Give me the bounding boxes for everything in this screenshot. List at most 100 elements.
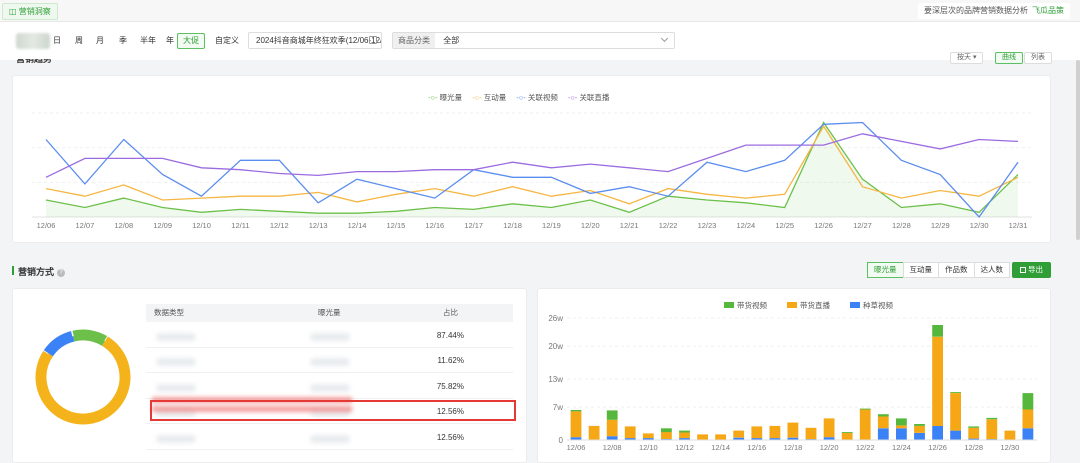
bar-segment-1[interactable] [751, 426, 763, 439]
bar-segment-1[interactable] [624, 426, 636, 439]
bar-segment-1[interactable] [968, 427, 980, 439]
bar-segment-2[interactable] [950, 430, 961, 440]
view-curve-button[interactable]: 曲线 [995, 52, 1023, 64]
bar-segment-1[interactable] [805, 427, 817, 440]
x-tick-label: 12/31 [1009, 221, 1028, 230]
bar-segment-2[interactable] [896, 428, 907, 440]
bar-segment-0[interactable] [950, 392, 961, 393]
bar-segment-1[interactable] [914, 425, 925, 433]
bar-legend-item-1[interactable]: 带货直播 [787, 301, 840, 310]
bar-segment-1[interactable] [661, 432, 672, 439]
bar-segment-1[interactable] [896, 425, 907, 429]
bar-segment-0[interactable] [679, 430, 690, 433]
bar-segment-2[interactable] [1022, 428, 1034, 440]
bar-segment-1[interactable] [823, 418, 835, 438]
bar-segment-1[interactable] [986, 419, 998, 440]
bar-segment-0[interactable] [570, 410, 582, 412]
bar-segment-0[interactable] [661, 428, 672, 433]
bar-segment-1[interactable] [588, 425, 600, 440]
bar-segment-1[interactable] [642, 433, 654, 439]
bar-segment-1[interactable] [932, 336, 943, 426]
bar-segment-0[interactable] [841, 432, 853, 433]
bar-legend-item-0[interactable]: 带货视频 [724, 301, 777, 310]
bar-segment-1[interactable] [1022, 409, 1034, 429]
bar-segment-1[interactable] [877, 416, 889, 429]
bar-segment-1[interactable] [769, 425, 781, 439]
legend-item-3[interactable]: -○- 关联直播 [568, 93, 610, 102]
period-option-7[interactable]: 自定义 [209, 33, 245, 49]
bar-segment-1[interactable] [606, 419, 618, 437]
row-4-share: 12.56% [436, 433, 464, 442]
bar-segment-2[interactable] [932, 425, 943, 440]
legend-item-0[interactable]: -○- 曝光量 [428, 93, 462, 102]
bar-legend-item-2[interactable]: 种草视频 [850, 301, 903, 310]
bar-segment-0[interactable] [1022, 393, 1034, 410]
x-tick-label: 12/14 [711, 443, 730, 452]
bar-segment-1[interactable] [679, 432, 690, 439]
legend-item-1[interactable]: -○- 互动量 [472, 93, 506, 102]
bar-segment-2[interactable] [606, 436, 618, 440]
series-line-3[interactable] [45, 133, 1019, 178]
bar-segment-1[interactable] [859, 409, 871, 441]
bar-segment-0[interactable] [896, 418, 907, 426]
row-divider [146, 347, 513, 348]
donut-slice-2[interactable] [43, 330, 75, 357]
bar-segment-0[interactable] [968, 426, 980, 428]
bar-segment-2[interactable] [914, 433, 925, 440]
bar-segment-0[interactable] [914, 424, 925, 426]
period-option-0[interactable]: 日 [47, 33, 67, 49]
bar-segment-0[interactable] [859, 408, 871, 410]
x-tick-label: 12/30 [1000, 443, 1019, 452]
x-tick-label: 12/20 [581, 221, 600, 230]
bar-segment-0[interactable] [877, 414, 889, 417]
date-range-picker[interactable]: 2024抖音商城年终狂欢季(12/06-12/3 [248, 32, 382, 49]
bar-segment-0[interactable] [606, 410, 618, 420]
x-tick-label: 12/22 [659, 221, 678, 230]
legend-item-2[interactable]: -○- 关联视频 [516, 93, 558, 102]
row-divider [146, 423, 513, 424]
period-option-3[interactable]: 季 [113, 33, 133, 49]
x-tick-label: 12/07 [75, 221, 94, 230]
promo-banner[interactable]: 要深层次的品牌营销数据分析 飞瓜品策 [918, 3, 1070, 19]
bar-segment-1[interactable] [787, 422, 799, 438]
category-label: 商品分类 [393, 33, 435, 48]
legend-label: 曝光量 [439, 93, 463, 102]
bar-segment-1[interactable] [570, 411, 582, 438]
metric-tab-0[interactable]: 曝光量 [867, 262, 904, 278]
bar-segment-0[interactable] [986, 417, 998, 420]
bar-segment-1[interactable] [733, 430, 745, 438]
tab-marketing-insight[interactable]: ◫ 营销洞察 [2, 3, 58, 20]
x-tick-label: 12/30 [970, 221, 989, 230]
banner-link[interactable]: 飞瓜品策 [1032, 6, 1064, 15]
bar-segment-1[interactable] [715, 434, 726, 440]
period-option-4[interactable]: 半年 [134, 33, 162, 49]
metric-tab-1[interactable]: 互动量 [902, 262, 939, 278]
row-4-type-cell [156, 435, 196, 443]
row-0-type-cell [156, 333, 196, 341]
question-icon[interactable]: ? [57, 269, 66, 277]
export-button[interactable]: 导出 [1012, 262, 1051, 278]
donut-slice-0[interactable] [71, 329, 108, 347]
x-tick-label: 12/28 [964, 443, 983, 452]
metric-tab-3[interactable]: 达人数 [973, 262, 1010, 278]
x-tick-label: 12/11 [231, 221, 249, 230]
legend-marker-icon: -○- [472, 93, 484, 102]
row-1-share: 11.62% [437, 356, 464, 365]
period-option-2[interactable]: 月 [90, 33, 110, 49]
bar-segment-0[interactable] [932, 325, 943, 337]
bar-segment-1[interactable] [841, 433, 853, 440]
bar-segment-2[interactable] [877, 428, 889, 440]
period-option-6[interactable]: 大促 [177, 33, 205, 49]
y-tick-label: 26w [548, 314, 563, 323]
bar-segment-1[interactable] [1004, 430, 1016, 440]
bar-chart: 0 7w 13w 20w 26w 12/06 12/08 12/10 12/12 12/14 12/… [548, 314, 1037, 452]
view-list-button[interactable]: 列表 [1024, 52, 1052, 64]
bar-segment-1[interactable] [697, 434, 708, 440]
granularity-select[interactable]: 按天 ▾ [950, 52, 984, 64]
row-divider [146, 372, 513, 373]
page-scrollbar[interactable] [1076, 60, 1080, 240]
bar-segment-1[interactable] [950, 393, 961, 431]
period-option-1[interactable]: 周 [69, 33, 89, 49]
metric-tab-2[interactable]: 作品数 [938, 262, 975, 278]
category-select[interactable]: 商品分类 全部 [392, 32, 675, 49]
